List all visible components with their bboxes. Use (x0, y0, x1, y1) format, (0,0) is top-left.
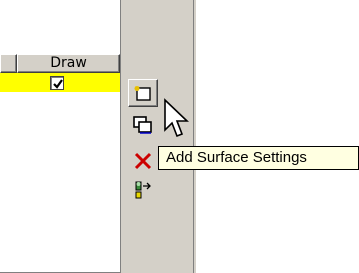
column-header-previous[interactable] (0, 54, 17, 73)
list-header: Draw (0, 54, 120, 73)
add-surface-settings-icon (134, 86, 151, 101)
surface-list[interactable]: Draw (0, 0, 121, 273)
tooltip: Add Surface Settings (158, 146, 359, 170)
delete-surface-settings-button[interactable] (130, 148, 156, 174)
delete-x-icon (134, 152, 152, 170)
column-header-draw[interactable]: Draw (17, 54, 120, 73)
panel-edge (193, 0, 194, 273)
draw-checkbox[interactable] (50, 76, 64, 90)
table-row[interactable] (0, 73, 120, 92)
checkmark-icon (53, 79, 63, 89)
import-surface-settings-button[interactable] (130, 177, 156, 203)
mouse-pointer-icon (164, 98, 189, 138)
add-surface-settings-button[interactable] (128, 79, 158, 107)
copy-icon (133, 116, 152, 134)
copy-surface-settings-button[interactable] (130, 112, 156, 138)
import-icon (135, 181, 151, 199)
